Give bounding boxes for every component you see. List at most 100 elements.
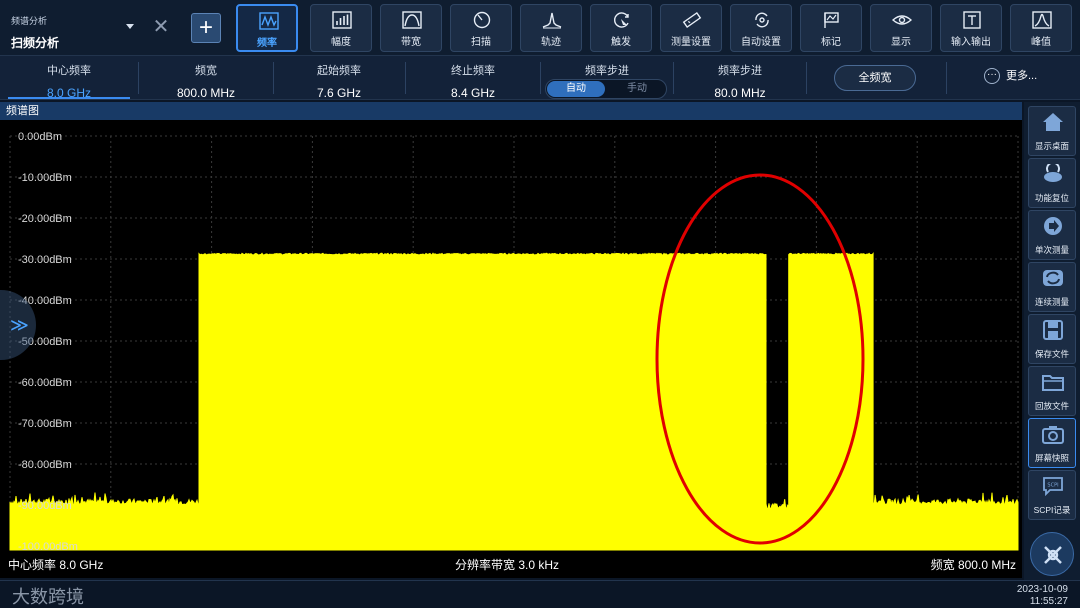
trace-icon — [542, 12, 562, 29]
mode-category: 频谱分析 — [11, 16, 48, 26]
toolbar-label: 标记 — [821, 37, 841, 48]
sidebar-label: 回放文件 — [1034, 401, 1069, 411]
save-icon — [1043, 320, 1063, 340]
frequency-icon — [259, 12, 279, 30]
plot-footer: 中心频率 8.0 GHz 分辨率带宽 3.0 kHz 频宽 800.0 MHz — [0, 552, 1022, 574]
footer-span: 频宽 800.0 MHz — [930, 558, 1016, 572]
save-file-button[interactable]: 保存文件 — [1028, 314, 1076, 364]
y-axis-tick-label: -10.00dBm — [18, 172, 72, 184]
toolbar-label: 轨迹 — [541, 37, 561, 48]
more-button[interactable]: ··· 更多... — [984, 67, 1070, 89]
step-manual-option[interactable]: 手动 — [608, 81, 666, 97]
y-axis-tick-label: -20.00dBm — [18, 213, 72, 225]
toolbar-button-auto-setup[interactable]: 自动设置 — [730, 4, 792, 52]
param-value: 800.0 MHz — [176, 86, 236, 100]
continuous-measure-icon — [1043, 270, 1063, 286]
parameter-bar: 中心频率 8.0 GHz 频宽 800.0 MHz 起始频率 7.6 GHz 终… — [0, 56, 1080, 100]
toolbar-label: 带宽 — [401, 37, 421, 48]
param-label: 频宽 — [195, 65, 217, 77]
toolbar-button-bandwidth[interactable]: 带宽 — [380, 4, 442, 52]
right-sidebar: 显示桌面 功能复位 单次测量 连续测量 保存文件 回放文件 屏幕快照 SCPI … — [1024, 102, 1080, 580]
mode-selector[interactable]: 频谱分析 扫频分析 — [4, 4, 142, 50]
playback-file-button[interactable]: 回放文件 — [1028, 366, 1076, 416]
toolbar-button-measure-setup[interactable]: 测量设置 — [660, 4, 722, 52]
toolbar-button-input-output[interactable]: 输入输出 — [940, 4, 1002, 52]
amplitude-icon — [332, 11, 352, 29]
y-axis-tick-label: -60.00dBm — [18, 377, 72, 389]
bandwidth-icon — [402, 11, 422, 29]
scpi-record-button[interactable]: SCPI SCPI记录 — [1028, 470, 1076, 520]
spectrum-trace — [9, 252, 1019, 551]
param-label: 终止频率 — [451, 65, 495, 77]
sweep-icon — [473, 11, 491, 29]
param-start-frequency[interactable]: 起始频率 7.6 GHz — [274, 56, 404, 100]
full-span-button[interactable]: 全频宽 — [834, 65, 916, 91]
param-label: 起始频率 — [317, 65, 361, 77]
param-stop-frequency[interactable]: 终止频率 8.4 GHz — [406, 56, 540, 100]
input-output-icon — [963, 11, 981, 29]
param-span[interactable]: 频宽 800.0 MHz — [139, 56, 273, 100]
toolbar-button-frequency[interactable]: 频率 — [236, 4, 298, 52]
screenshot-button[interactable]: 屏幕快照 — [1028, 418, 1076, 468]
divider — [806, 62, 807, 94]
sidebar-label: 显示桌面 — [1034, 141, 1069, 151]
mode-name: 扫频分析 — [11, 36, 60, 50]
divider — [946, 62, 947, 94]
date-text: 2023-10-09 — [1016, 584, 1068, 595]
param-value: 7.6 GHz — [316, 86, 361, 100]
toolbar-button-trace[interactable]: 轨迹 — [520, 4, 582, 52]
main-menu-button[interactable] — [1030, 532, 1074, 576]
toolbar-button-peak[interactable]: 峰值 — [1010, 4, 1072, 52]
param-value: 8.4 GHz — [450, 86, 495, 100]
measure-setup-icon — [682, 11, 702, 29]
datetime: 2023-10-09 11:55:27 — [1017, 584, 1068, 608]
y-axis-tick-label: -30.00dBm — [18, 254, 72, 266]
toolbar-label: 扫描 — [471, 37, 491, 48]
toolbar-button-trigger[interactable]: 触发 — [590, 4, 652, 52]
camera-icon — [1042, 426, 1064, 444]
y-axis-tick-label: -90.00dBm — [18, 500, 72, 512]
svg-text:SCPI: SCPI — [1047, 483, 1058, 489]
toolbar-button-display[interactable]: 显示 — [870, 4, 932, 52]
scpi-icon: SCPI — [1043, 477, 1063, 496]
folder-icon — [1042, 375, 1064, 391]
continuous-measure-button[interactable]: 连续测量 — [1028, 262, 1076, 312]
toolbar-button-amplitude[interactable]: 幅度 — [310, 4, 372, 52]
param-label: 频率步进 — [585, 65, 629, 77]
toolbar-label: 测量设置 — [671, 37, 711, 48]
toolbar-label: 输入输出 — [951, 37, 991, 48]
toolbar-button-sweep[interactable]: 扫描 — [450, 4, 512, 52]
step-auto-option[interactable]: 自动 — [547, 81, 605, 97]
watermark: 大数跨境 — [12, 587, 84, 607]
panel-title: 频谱图 — [0, 102, 1022, 120]
single-measure-button[interactable]: 单次测量 — [1028, 210, 1076, 260]
toolbar-button-marker[interactable]: 标记 — [800, 4, 862, 52]
show-desktop-button[interactable]: 显示桌面 — [1028, 106, 1076, 156]
toolbar-label: 峰值 — [1031, 37, 1051, 48]
toolbar-label: 触发 — [611, 37, 631, 48]
sidebar-label: 保存文件 — [1034, 349, 1069, 359]
single-measure-icon — [1044, 217, 1062, 235]
auto-setup-icon — [755, 12, 769, 28]
param-label: 频率步进 — [718, 65, 762, 77]
add-mode-button[interactable]: + — [191, 13, 221, 43]
sidebar-label: 连续测量 — [1034, 297, 1069, 307]
y-axis-tick-label: -70.00dBm — [18, 418, 72, 430]
function-reset-button[interactable]: 功能复位 — [1028, 158, 1076, 208]
toolbar-label: 幅度 — [331, 37, 351, 48]
toolbar-label: 自动设置 — [741, 37, 781, 48]
peak-icon — [1032, 11, 1052, 29]
param-frequency-step[interactable]: 频率步进 80.0 MHz — [674, 56, 806, 100]
spectrum-plot: 0.00dBm -10.00dBm -20.00dBm -30.00dBm -40.00… — [0, 120, 1022, 578]
sidebar-label: 屏幕快照 — [1034, 453, 1069, 463]
param-label: 中心频率 — [47, 65, 91, 77]
sidebar-label: 单次测量 — [1034, 245, 1069, 255]
param-center-frequency[interactable]: 中心频率 8.0 GHz — [0, 56, 138, 100]
sidebar-label: SCPI记录 — [1033, 505, 1071, 515]
display-icon — [892, 15, 912, 25]
marker-icon — [824, 12, 839, 28]
more-icon: ··· — [984, 68, 1000, 85]
footer-resolution-bandwidth: 分辨率带宽 3.0 kHz — [455, 558, 560, 572]
close-icon[interactable]: ✕ — [148, 14, 174, 40]
menu-icon — [1044, 546, 1062, 564]
